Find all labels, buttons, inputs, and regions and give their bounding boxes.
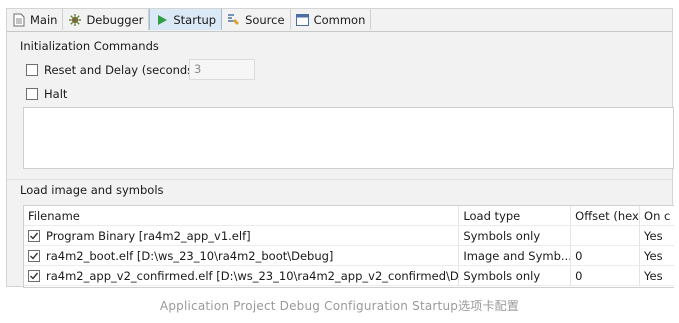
column-header-on-connect[interactable]: On c: [640, 206, 674, 225]
load-type-cell[interactable]: Symbols only: [459, 266, 572, 285]
tab-label: Main: [30, 12, 58, 27]
filename-text: Program Binary [ra4m2_app_v1.elf]: [46, 228, 251, 243]
table-row[interactable]: Program Binary [ra4m2_app_v1.elf] Symbol…: [24, 226, 674, 246]
tab-label: Startup: [173, 12, 217, 27]
tab-label: Source: [245, 12, 285, 27]
filename-cell: ra4m2_app_v2_confirmed.elf [D:\ws_23_10\…: [24, 266, 460, 285]
bug-gear-icon: [68, 13, 82, 27]
offset-cell[interactable]: 0: [571, 266, 641, 285]
offset-cell[interactable]: [571, 226, 641, 245]
column-header-load-type[interactable]: Load type: [459, 206, 572, 225]
init-commands-textarea[interactable]: [23, 107, 674, 169]
tab-label: Common: [313, 12, 366, 27]
column-header-offset[interactable]: Offset (hex): [571, 206, 641, 225]
tab-main[interactable]: Main: [7, 9, 64, 30]
tab-startup[interactable]: Startup: [149, 9, 223, 30]
row-checkbox[interactable]: [28, 269, 40, 282]
on-connect-cell[interactable]: Yes: [640, 226, 674, 245]
table-row[interactable]: ra4m2_boot.elf [D:\ws_23_10\ra4m2_boot\D…: [24, 246, 674, 266]
reset-delay-checkbox[interactable]: [26, 64, 38, 76]
figure-caption: Application Project Debug Configuration …: [159, 299, 520, 313]
column-header-filename[interactable]: Filename: [24, 206, 460, 225]
on-connect-cell[interactable]: Yes: [640, 246, 674, 265]
filename-text: ra4m2_app_v2_confirmed.elf [D:\ws_23_10\…: [46, 268, 460, 283]
tab-common[interactable]: Common: [291, 9, 372, 30]
section-divider: [7, 179, 672, 180]
delay-seconds-field[interactable]: 3: [189, 59, 255, 80]
tab-strip: Main Debugger Startup Source Common: [7, 9, 672, 32]
init-commands-title: Initialization Commands: [20, 39, 159, 53]
load-type-cell[interactable]: Image and Symb...: [459, 246, 572, 265]
play-icon: [155, 13, 169, 27]
row-checkbox[interactable]: [28, 229, 40, 242]
load-type-cell[interactable]: Symbols only: [459, 226, 572, 245]
filename-text: ra4m2_boot.elf [D:\ws_23_10\ra4m2_boot\D…: [46, 248, 334, 263]
load-image-table: Filename Load type Offset (hex) On c Pro…: [23, 205, 674, 288]
reset-delay-row: Reset and Delay (seconds):: [26, 63, 202, 77]
filename-cell: ra4m2_boot.elf [D:\ws_23_10\ra4m2_boot\D…: [24, 246, 460, 265]
halt-checkbox[interactable]: [26, 88, 38, 100]
document-icon: [12, 13, 26, 27]
offset-cell[interactable]: 0: [571, 246, 641, 265]
tab-debugger[interactable]: Debugger: [63, 9, 150, 30]
reset-delay-label: Reset and Delay (seconds):: [44, 63, 202, 77]
table-row[interactable]: ra4m2_app_v2_confirmed.elf [D:\ws_23_10\…: [24, 266, 674, 286]
on-connect-cell[interactable]: Yes: [640, 266, 674, 285]
halt-label: Halt: [44, 87, 68, 101]
table-header: Filename Load type Offset (hex) On c: [24, 206, 674, 226]
load-image-title: Load image and symbols: [20, 183, 164, 197]
row-checkbox[interactable]: [28, 249, 40, 262]
common-window-icon: [296, 13, 310, 27]
filename-cell: Program Binary [ra4m2_app_v1.elf]: [24, 226, 460, 245]
source-lookup-icon: [227, 13, 241, 27]
tab-label: Debugger: [86, 12, 144, 27]
launch-config-panel: Main Debugger Startup Source Common Init…: [6, 8, 674, 288]
tab-source[interactable]: Source: [222, 9, 291, 30]
halt-row: Halt: [26, 87, 67, 101]
